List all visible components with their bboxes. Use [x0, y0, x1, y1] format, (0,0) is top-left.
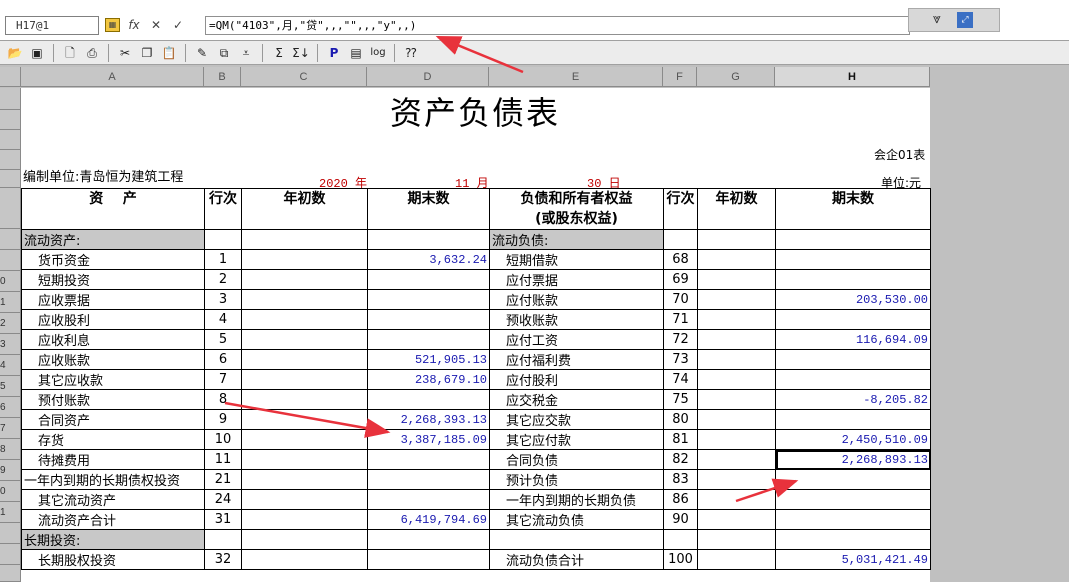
arrow-to-contract-asset [224, 401, 391, 438]
arrow-to-formula [435, 35, 524, 74]
arrow-to-contract-liability [735, 478, 799, 503]
annotation-arrows [224, 35, 799, 503]
